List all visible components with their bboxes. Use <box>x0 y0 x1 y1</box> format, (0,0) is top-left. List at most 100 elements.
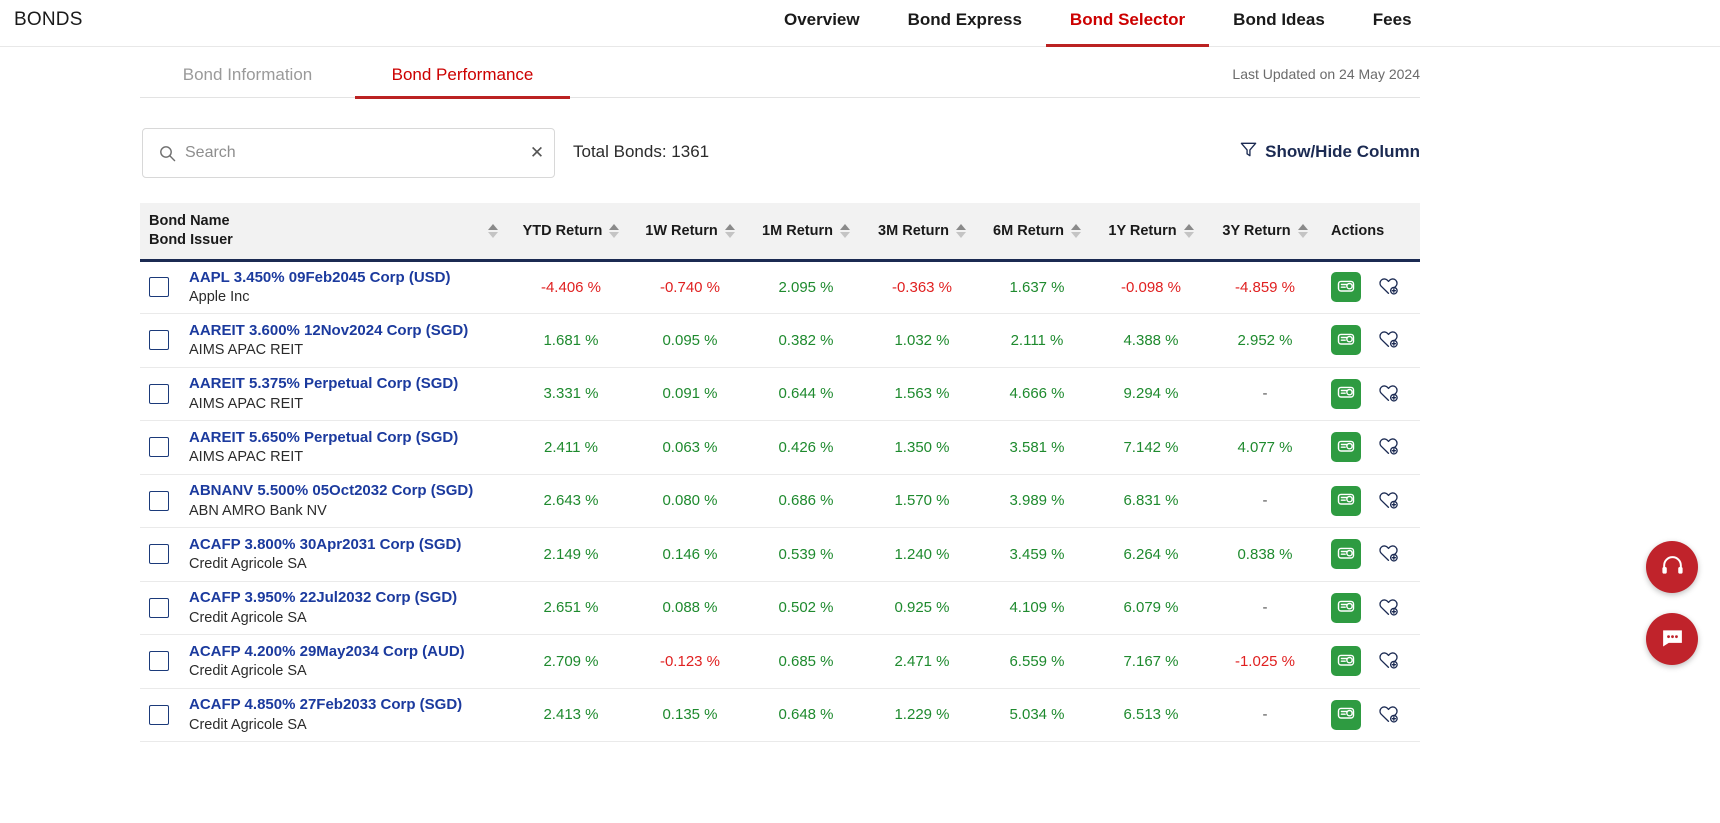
nav-tab-overview[interactable]: Overview <box>760 0 884 47</box>
column-header-bond-issuer-label: Bond Issuer <box>149 232 233 249</box>
row-select-checkbox[interactable] <box>149 277 169 298</box>
heart-plus-icon <box>1377 434 1400 460</box>
tab-bond-performance[interactable]: Bond Performance <box>355 55 570 99</box>
column-header-bond-name[interactable]: Bond Name Bond Issuer <box>140 203 510 262</box>
cell-bond-name: AAPL 3.450% 09Feb2045 Corp (USD) Apple In… <box>140 260 510 314</box>
bond-issuer-label: Credit Agricole SA <box>189 716 307 733</box>
row-select-checkbox[interactable] <box>149 704 169 725</box>
sort-arrows-icon[interactable] <box>955 223 966 238</box>
sort-arrows-icon[interactable] <box>1070 223 1081 238</box>
row-select-checkbox[interactable] <box>149 490 169 511</box>
trade-button[interactable] <box>1331 485 1361 516</box>
sort-arrows-icon[interactable] <box>488 223 498 238</box>
top-bar: BONDS Overview Bond Express Bond Selecto… <box>0 0 1720 47</box>
bond-name-link[interactable]: ACAFP 4.850% 27Feb2033 Corp (SGD) <box>189 696 462 713</box>
bond-name-link[interactable]: AAREIT 3.600% 12Nov2024 Corp (SGD) <box>189 322 468 339</box>
bond-name-link[interactable]: AAREIT 5.375% Perpetual Corp (SGD) <box>189 375 458 392</box>
search-input[interactable] <box>185 144 520 162</box>
cell-1w-return: 0.063 % <box>662 438 718 456</box>
chat-fab-button[interactable] <box>1646 613 1698 665</box>
row-select-checkbox[interactable] <box>149 330 169 351</box>
trade-button[interactable] <box>1331 592 1361 623</box>
nav-tab-bond-express[interactable]: Bond Express <box>884 0 1046 47</box>
bond-name-link[interactable]: AAPL 3.450% 09Feb2045 Corp (USD) <box>189 269 450 286</box>
clear-search-button[interactable]: ✕ <box>520 129 554 177</box>
bond-issuer-label: AIMS APAC REIT <box>189 342 304 359</box>
cell-3y-return: - <box>1262 385 1268 403</box>
row-select-checkbox[interactable] <box>149 383 169 404</box>
row-select-checkbox[interactable] <box>149 544 169 565</box>
sort-arrows-icon[interactable] <box>1183 223 1194 238</box>
chat-bubble-icon <box>1660 625 1685 653</box>
add-to-watchlist-button[interactable] <box>1374 701 1402 729</box>
banknote-icon <box>1336 329 1356 352</box>
cell-bond-name: AAREIT 3.600% 12Nov2024 Corp (SGD) AIMS A… <box>140 314 510 368</box>
table-row: AAREIT 5.375% Perpetual Corp (SGD) AIMS A… <box>140 367 1420 421</box>
row-select-checkbox[interactable] <box>149 597 169 618</box>
banknote-icon <box>1336 703 1356 726</box>
add-to-watchlist-button[interactable] <box>1374 487 1402 515</box>
heart-plus-icon <box>1377 648 1400 674</box>
tab-bond-information[interactable]: Bond Information <box>140 55 355 98</box>
cell-1y-return: 6.264 % <box>1123 545 1179 563</box>
show-hide-column-button[interactable]: Show/Hide Column <box>1239 140 1420 164</box>
cell-1w-return: 0.088 % <box>662 599 718 617</box>
column-header-ytd-return[interactable]: YTD Return <box>510 203 632 262</box>
cell-ytd-return: 2.643 % <box>543 492 599 510</box>
sort-arrows-icon[interactable] <box>839 223 850 238</box>
trade-button[interactable] <box>1331 699 1361 730</box>
trade-button[interactable] <box>1331 646 1361 677</box>
trade-button[interactable] <box>1331 325 1361 356</box>
bond-issuer-label: Credit Agricole SA <box>189 556 307 573</box>
bond-name-link[interactable]: ACAFP 3.800% 30Apr2031 Corp (SGD) <box>189 536 461 553</box>
column-header-3m-return[interactable]: 3M Return <box>864 203 980 262</box>
table-body: AAPL 3.450% 09Feb2045 Corp (USD) Apple In… <box>140 260 1420 742</box>
row-select-checkbox[interactable] <box>149 651 169 672</box>
trade-button[interactable] <box>1331 432 1361 463</box>
nav-tab-bond-ideas[interactable]: Bond Ideas <box>1209 0 1349 47</box>
cell-bond-name: AAREIT 5.650% Perpetual Corp (SGD) AIMS A… <box>140 421 510 475</box>
nav-tab-fees[interactable]: Fees <box>1349 0 1436 47</box>
heart-plus-icon <box>1377 274 1400 300</box>
add-to-watchlist-button[interactable] <box>1374 647 1402 675</box>
cell-actions <box>1322 528 1420 582</box>
column-header-1w-return[interactable]: 1W Return <box>632 203 748 262</box>
sort-arrows-icon[interactable] <box>1297 223 1308 238</box>
cell-3m-return: 1.229 % <box>894 706 950 724</box>
sort-arrows-icon[interactable] <box>724 223 735 238</box>
cell-1y-return: 7.167 % <box>1123 652 1179 670</box>
add-to-watchlist-button[interactable] <box>1374 594 1402 622</box>
add-to-watchlist-button[interactable] <box>1374 540 1402 568</box>
column-header-6m-return[interactable]: 6M Return <box>980 203 1094 262</box>
column-header-1m-return[interactable]: 1M Return <box>748 203 864 262</box>
bond-name-link[interactable]: ACAFP 3.950% 22Jul2032 Corp (SGD) <box>189 589 457 606</box>
banknote-icon <box>1336 596 1356 619</box>
cell-1y-return: -0.098 % <box>1120 278 1182 296</box>
cell-ytd-return: 1.681 % <box>543 331 599 349</box>
bond-name-link[interactable]: ABNANV 5.500% 05Oct2032 Corp (SGD) <box>189 482 473 499</box>
trade-button[interactable] <box>1331 378 1361 409</box>
column-header-3y-return[interactable]: 3Y Return <box>1208 203 1322 262</box>
cell-actions <box>1322 421 1420 475</box>
table-row: ACAFP 3.800% 30Apr2031 Corp (SGD) Credit … <box>140 527 1420 582</box>
trade-button[interactable] <box>1331 539 1361 570</box>
cell-6m-return: 4.109 % <box>1009 599 1065 617</box>
nav-tab-bond-selector[interactable]: Bond Selector <box>1045 0 1210 47</box>
search-box[interactable]: ✕ <box>142 128 555 178</box>
cell-6m-return: 5.034 % <box>1009 706 1065 724</box>
add-to-watchlist-button[interactable] <box>1374 433 1402 461</box>
column-header-1y-return[interactable]: 1Y Return <box>1094 203 1208 262</box>
primary-navigation: Overview Bond Express Bond Selector Bond… <box>760 0 1436 47</box>
sort-arrows-icon[interactable] <box>609 223 620 238</box>
support-fab-button[interactable] <box>1646 541 1698 593</box>
row-select-checkbox[interactable] <box>149 437 169 458</box>
bond-name-link[interactable]: AAREIT 5.650% Perpetual Corp (SGD) <box>189 429 458 446</box>
table-header-row: Bond Name Bond Issuer YTD Return 1W Retu… <box>140 203 1420 262</box>
trade-button[interactable] <box>1331 272 1361 303</box>
add-to-watchlist-button[interactable] <box>1374 380 1402 408</box>
last-updated-label: Last Updated on 24 May 2024 <box>1232 66 1420 82</box>
add-to-watchlist-button[interactable] <box>1374 273 1402 301</box>
cell-3y-return: - <box>1262 706 1268 724</box>
bond-name-link[interactable]: ACAFP 4.200% 29May2034 Corp (AUD) <box>189 643 465 660</box>
add-to-watchlist-button[interactable] <box>1374 326 1402 354</box>
